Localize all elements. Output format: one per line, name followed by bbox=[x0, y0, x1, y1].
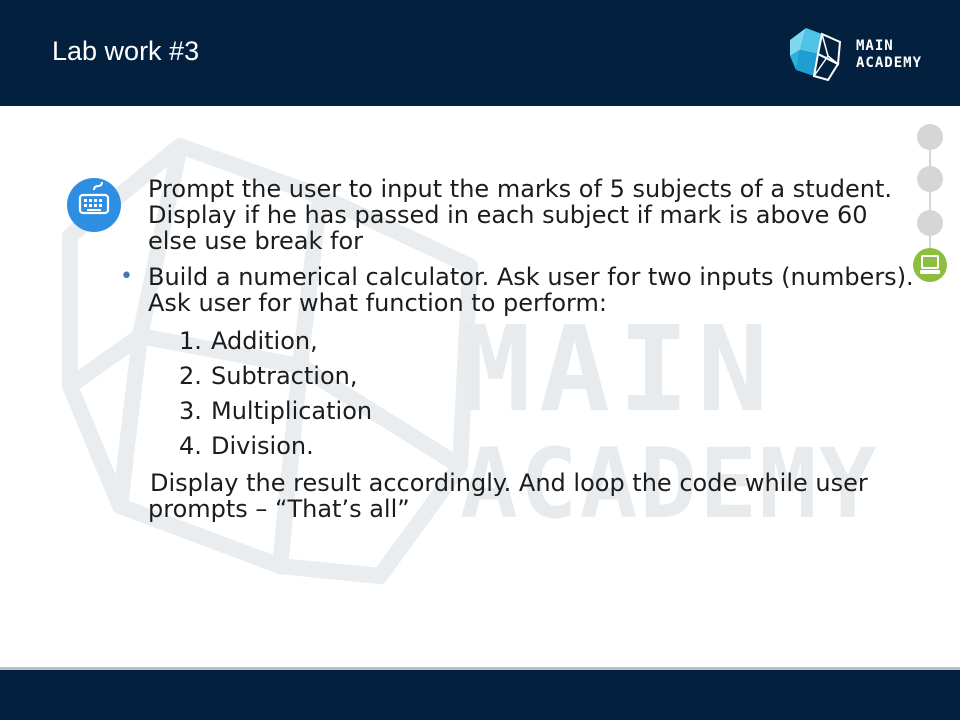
operation-item: 3. Multiplication bbox=[179, 397, 373, 425]
logo-wordmark: MAIN ACADEMY bbox=[856, 38, 922, 72]
operations-list: 1. Addition, 2. Subtraction, 3. Multiplicat… bbox=[148, 324, 918, 464]
nav-dot-3[interactable] bbox=[917, 210, 943, 236]
slide-navigation bbox=[912, 120, 952, 290]
slide-footer bbox=[0, 670, 960, 720]
nav-dot-1[interactable] bbox=[917, 124, 943, 150]
operation-item: 4. Division. bbox=[179, 432, 314, 460]
logo-line-1: MAIN bbox=[856, 38, 894, 54]
task-2-block: • Build a numerical calculator. Ask user… bbox=[120, 263, 918, 523]
slide-header: Lab work #3 MAIN ACADEMY bbox=[0, 0, 960, 106]
nav-dot-active[interactable] bbox=[913, 248, 947, 282]
task-1-text: Prompt the user to input the marks of 5 … bbox=[148, 175, 893, 255]
slide-title: Lab work #3 bbox=[52, 36, 200, 66]
logo-line-2: ACADEMY bbox=[856, 55, 923, 71]
operation-item: 2. Subtraction, bbox=[179, 362, 358, 390]
main-academy-logo: MAIN ACADEMY bbox=[788, 26, 938, 82]
nav-dot-2[interactable] bbox=[917, 166, 943, 192]
academy-logo-icon bbox=[790, 28, 842, 82]
slide-body: Prompt the user to input the marks of 5 … bbox=[120, 175, 918, 523]
computer-icon bbox=[920, 255, 940, 274]
task-2-closing-text: Display the result accordingly. And loop… bbox=[148, 469, 868, 523]
keyboard-icon bbox=[78, 181, 110, 215]
bullet-marker: • bbox=[120, 264, 133, 289]
keyboard-badge bbox=[67, 178, 121, 232]
task-2-text: Build a numerical calculator. Ask user f… bbox=[148, 263, 914, 317]
operation-item: 1. Addition, bbox=[179, 327, 318, 355]
